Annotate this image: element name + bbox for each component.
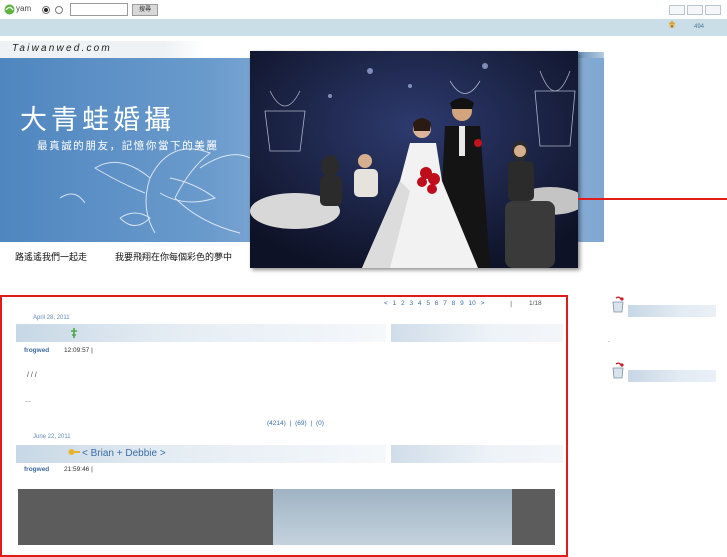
post-author[interactable]: frogwed xyxy=(24,466,49,473)
pager-separator: | xyxy=(510,300,513,308)
page-link-10[interactable]: 10 xyxy=(469,300,476,307)
slogan-left: 路遙遙我們一起走 xyxy=(15,253,88,263)
post-title-link[interactable]: < Brian + Debbie > xyxy=(82,448,166,459)
page-link-4[interactable]: 4 xyxy=(418,300,422,307)
sidebar-title-bar xyxy=(628,370,716,382)
yam-logo-icon[interactable] xyxy=(4,4,15,15)
site-url: Taiwanwed.com xyxy=(12,43,112,54)
top-button-2[interactable] xyxy=(687,5,703,15)
post-time: 21:59:46 | xyxy=(64,466,93,473)
search-button[interactable]: 搜尋 xyxy=(132,4,158,16)
search-input[interactable] xyxy=(70,3,128,16)
page-link-9[interactable]: 9 xyxy=(460,300,464,307)
key-icon xyxy=(68,449,80,455)
page-link-6[interactable]: 6 xyxy=(435,300,439,307)
sidebar-dot: . xyxy=(608,337,610,344)
post-author[interactable]: frogwed xyxy=(24,347,49,354)
yam-brand[interactable]: yam xyxy=(16,4,31,13)
frog-icon xyxy=(71,328,77,338)
search-scope-radio-1[interactable] xyxy=(42,6,50,14)
blog-subtitle: 最真誠的朋友，記憶你當下的美麗 xyxy=(37,140,219,152)
blog-title[interactable]: 大青蛙婚攝 xyxy=(20,98,175,137)
post-time: 12:09:57 | xyxy=(64,347,93,354)
post-date: June 22, 2011 xyxy=(33,434,71,440)
post-title-bar-right xyxy=(391,324,563,342)
post-body-line: / / / xyxy=(27,372,37,379)
top-button-3[interactable] xyxy=(705,5,721,15)
header-strip xyxy=(0,19,727,36)
post-date: April 28, 2011 xyxy=(33,315,70,321)
home-icon[interactable] xyxy=(668,20,676,28)
post-body-ellipsis: ... xyxy=(25,397,31,404)
red-divider-line xyxy=(578,198,727,200)
search-scope-radio-2[interactable] xyxy=(55,6,63,14)
post-footer-links[interactable]: (4214) | (69) | (0) xyxy=(267,420,324,427)
pager-prev-link[interactable]: < 1 xyxy=(384,300,396,307)
visitor-count: 494 xyxy=(694,24,705,30)
slogan-right: 我要飛翔在你每個彩色的夢中 xyxy=(115,253,233,263)
page-link-5[interactable]: 5 xyxy=(426,300,430,307)
sidebar-title-bar xyxy=(628,305,716,317)
mug-icon xyxy=(612,296,624,313)
mug-icon xyxy=(612,362,624,379)
page-link-2[interactable]: 2 xyxy=(401,300,405,307)
post-photo-inner xyxy=(273,489,512,545)
pager-next-link[interactable]: > xyxy=(481,300,485,307)
page-link-7[interactable]: 7 xyxy=(443,300,447,307)
wedding-photo-scene xyxy=(250,51,578,268)
page-link-8[interactable]: 8 xyxy=(452,300,456,307)
page-link-3[interactable]: 3 xyxy=(409,300,413,307)
pagination: < 1 2 3 4 5 6 7 8 9 10 > xyxy=(384,300,484,307)
top-button-1[interactable] xyxy=(669,5,685,15)
post-title-bar-right xyxy=(391,445,563,463)
wedding-photo xyxy=(250,51,578,268)
pager-total: 1/18 xyxy=(529,300,542,307)
